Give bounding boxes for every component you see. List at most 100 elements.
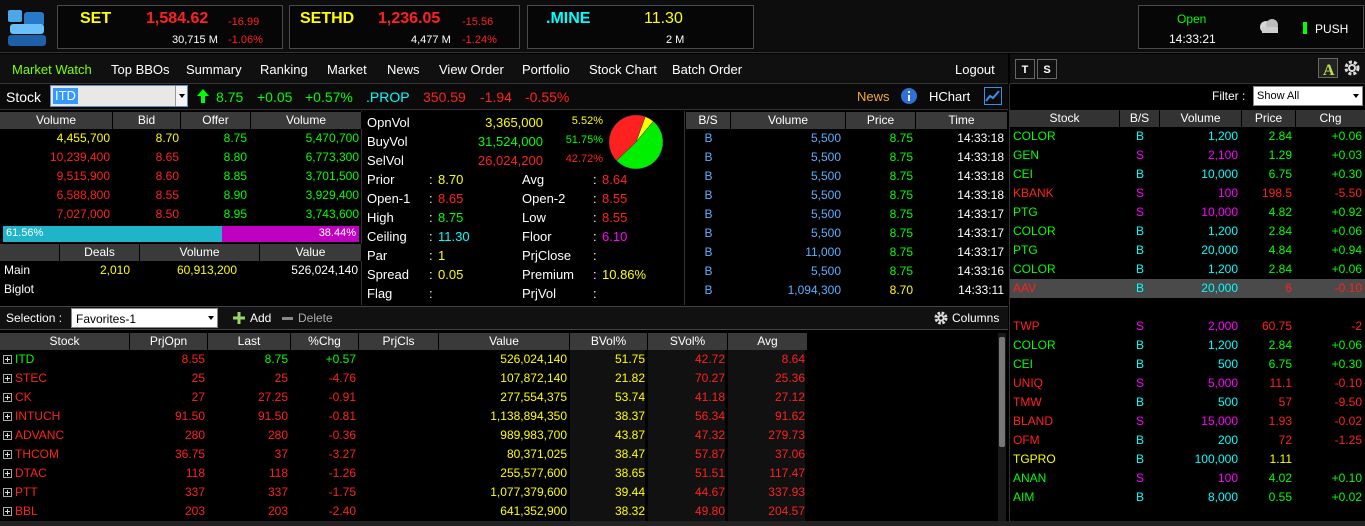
favorites-select[interactable]: Favorites-1 xyxy=(71,308,218,328)
stock-symbol-input[interactable]: ITD xyxy=(53,88,78,104)
ticker2-row[interactable]: CEI B 10,000 6.75 +0.30 xyxy=(1010,165,1365,184)
watch-header-value[interactable]: Value xyxy=(439,333,570,350)
table-row[interactable]: STEC 25 25 -4.76 107,872,140 21.82 70.27 25.36 xyxy=(0,369,808,388)
ticker2-cell-chg: +0.30 xyxy=(1331,167,1362,181)
delete-button[interactable]: Delete xyxy=(298,311,333,325)
table-row[interactable]: PTT 337 337 -1.75 1,077,379,600 39.44 44.67 337… xyxy=(0,483,808,502)
watchlist-scrollbar[interactable] xyxy=(998,333,1006,523)
cloud-icon[interactable] xyxy=(1257,16,1281,39)
ticker2-row[interactable]: PTG S 10,000 4.82 +0.92 xyxy=(1010,203,1365,222)
columns-gear-icon[interactable] xyxy=(933,310,949,329)
offer-price[interactable]: 8.90 xyxy=(181,186,247,205)
ticker2-row[interactable]: TMW B 500 57 -9.50 xyxy=(1010,393,1365,412)
table-row[interactable]: DTAC 118 118 -1.26 255,577,600 38.65 51.51 117.… xyxy=(0,464,808,483)
ticker2-row[interactable]: KBANK S 100 198.5 -5.50 xyxy=(1010,184,1365,203)
menu-market-watch[interactable]: Market Watch xyxy=(12,62,92,77)
ticker2-row[interactable]: TGPRO B 100,000 1.11 xyxy=(1010,450,1365,469)
menu-news[interactable]: News xyxy=(387,62,420,77)
offer-price[interactable]: 8.85 xyxy=(181,167,247,186)
expand-icon[interactable] xyxy=(3,431,12,440)
scrollbar-thumb[interactable] xyxy=(999,337,1005,447)
sector-name[interactable]: .PROP xyxy=(366,89,410,105)
offer-price[interactable]: 8.75 xyxy=(181,129,247,148)
index-box-mine[interactable]: .MINE 11.30 2 M xyxy=(527,5,754,49)
watch-header-last[interactable]: Last xyxy=(208,333,291,350)
ticker2-row[interactable] xyxy=(1010,298,1365,317)
menu-top-bbos[interactable]: Top BBOs xyxy=(111,62,170,77)
table-row[interactable]: BBL 203 203 -2.40 641,352,900 38.32 49.80 204.5… xyxy=(0,502,808,521)
ticker2-cell-stock: TWP xyxy=(1013,319,1040,333)
filter-select[interactable]: Show All xyxy=(1253,86,1363,106)
font-size-icon[interactable]: A xyxy=(1318,58,1338,79)
bid-price[interactable]: 8.50 xyxy=(113,205,179,224)
news-link[interactable]: News xyxy=(857,89,890,104)
tab-s[interactable]: S xyxy=(1037,59,1057,79)
chevron-down-icon[interactable] xyxy=(175,86,187,106)
bid-price[interactable]: 8.60 xyxy=(113,167,179,186)
bid-price[interactable]: 8.70 xyxy=(113,129,179,148)
chart-icon[interactable] xyxy=(984,87,1002,108)
expand-icon[interactable] xyxy=(3,507,12,516)
watch-header-prjcls[interactable]: PrjCls xyxy=(359,333,439,350)
ticker2-row[interactable]: ANAN S 100 4.02 +0.10 xyxy=(1010,469,1365,488)
ticker2-row[interactable]: COLOR B 1,200 2.84 +0.06 xyxy=(1010,222,1365,241)
menu-market[interactable]: Market xyxy=(327,62,367,77)
stock-symbol-combo[interactable]: ITD xyxy=(50,85,188,107)
plus-icon[interactable] xyxy=(233,312,245,327)
menu-stock-chart[interactable]: Stock Chart xyxy=(589,62,657,77)
ticker2-row[interactable]: PTG B 20,000 4.84 +0.94 xyxy=(1010,241,1365,260)
offer-price[interactable]: 8.95 xyxy=(181,205,247,224)
ticker2-row[interactable]: AIM B 8,000 0.55 +0.02 xyxy=(1010,488,1365,507)
info-icon[interactable] xyxy=(901,88,917,107)
ticker2-row[interactable]: COLOR B 1,200 2.84 +0.06 xyxy=(1010,127,1365,146)
expand-icon[interactable] xyxy=(3,488,12,497)
watch-header-stock[interactable]: Stock xyxy=(0,333,130,350)
columns-button[interactable]: Columns xyxy=(952,311,999,325)
logout-link[interactable]: Logout xyxy=(955,62,995,77)
menu-ranking[interactable]: Ranking xyxy=(260,62,308,77)
menu-batch-order[interactable]: Batch Order xyxy=(672,62,742,77)
settings-gear-icon[interactable] xyxy=(1342,58,1362,78)
ticker2-row[interactable]: OFM B 200 72 -1.25 xyxy=(1010,431,1365,450)
menu-portfolio[interactable]: Portfolio xyxy=(522,62,570,77)
ticker2-row[interactable]: CEI B 500 6.75 +0.30 xyxy=(1010,355,1365,374)
offer-price[interactable]: 8.80 xyxy=(181,148,247,167)
ticker2-row[interactable]: TWP S 2,000 60.75 -2 xyxy=(1010,317,1365,336)
table-row[interactable]: ADVANC 280 280 -0.36 989,983,700 43.87 47.32 27… xyxy=(0,426,808,445)
expand-icon[interactable] xyxy=(3,450,12,459)
tab-t[interactable]: T xyxy=(1015,59,1035,79)
chevron-down-icon[interactable] xyxy=(205,309,217,327)
bid-price[interactable]: 8.65 xyxy=(113,148,179,167)
watch-header-avg[interactable]: Avg xyxy=(728,333,808,350)
ticker2-row[interactable]: AAV B 20,000 6 -0.10 xyxy=(1010,279,1365,298)
ticker2-cell-price: 6.75 xyxy=(1268,357,1292,371)
watch-header-bvol[interactable]: BVol% xyxy=(570,333,648,350)
ticker2-row[interactable]: COLOR B 1,200 2.84 +0.06 xyxy=(1010,260,1365,279)
table-row[interactable]: INTUCH 91.50 91.50 -0.81 1,138,894,350 38.37 5… xyxy=(0,407,808,426)
table-row[interactable]: CK 27 27.25 -0.91 277,554,375 53.74 41.18 27.12 xyxy=(0,388,808,407)
chevron-down-icon[interactable] xyxy=(1350,87,1362,105)
expand-icon[interactable] xyxy=(3,469,12,478)
menu-summary[interactable]: Summary xyxy=(186,62,242,77)
bid-price[interactable]: 8.55 xyxy=(113,186,179,205)
watch-header-chg[interactable]: %Chg xyxy=(291,333,359,350)
menu-view-order[interactable]: View Order xyxy=(439,62,504,77)
expand-icon[interactable] xyxy=(3,355,12,364)
ticker2-row[interactable]: COLOR B 1,200 2.84 +0.06 xyxy=(1010,336,1365,355)
ticker2-row[interactable]: GEN S 2,100 1.29 +0.03 xyxy=(1010,146,1365,165)
ticker2-row[interactable]: BLAND S 15,000 1.93 -0.02 xyxy=(1010,412,1365,431)
expand-icon[interactable] xyxy=(3,374,12,383)
ticker2-row[interactable]: UNIQ S 5,000 11.1 -0.10 xyxy=(1010,374,1365,393)
index-box-sethd[interactable]: SETHD 1,236.05 -15.56 4,477 M -1.24% xyxy=(289,5,520,49)
watch-header-prjopn[interactable]: PrjOpn xyxy=(130,333,208,350)
watch-header-svol[interactable]: SVol% xyxy=(648,333,728,350)
index-box-set[interactable]: SET 1,584.62 -16.99 30,715 M -1.06% xyxy=(57,5,283,49)
expand-icon[interactable] xyxy=(3,393,12,402)
add-button[interactable]: Add xyxy=(250,311,271,325)
minus-icon[interactable] xyxy=(282,317,293,320)
table-row[interactable]: THCOM 36.75 37 -3.27 80,371,025 38.47 57.87 37.… xyxy=(0,445,808,464)
expand-icon[interactable] xyxy=(3,412,12,421)
push-label[interactable]: PUSH xyxy=(1315,22,1348,36)
hchart-link[interactable]: HChart xyxy=(929,89,970,104)
table-row[interactable]: ITD 8.55 8.75 +0.57 526,024,140 51.75 42.72 8.6… xyxy=(0,350,808,369)
